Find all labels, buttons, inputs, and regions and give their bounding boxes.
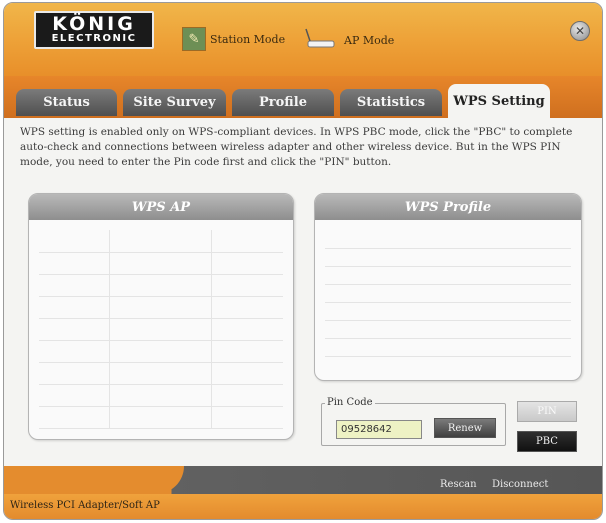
tab-site-survey[interactable]: Site Survey: [123, 89, 226, 116]
rescan-link[interactable]: Rescan: [440, 479, 477, 490]
header: KÖNIG ELECTRONIC ✎ Station Mode AP Mode …: [4, 3, 602, 76]
wps-profile-title: WPS Profile: [315, 194, 581, 220]
pin-code-label: Pin Code: [325, 397, 375, 408]
tab-wps-setting[interactable]: WPS Setting: [448, 84, 550, 118]
wps-ap-panel: WPS AP: [28, 193, 294, 440]
tab-status[interactable]: Status: [16, 89, 117, 116]
wps-description: WPS setting is enabled only on WPS-compl…: [20, 126, 573, 168]
tab-bar: Status Site Survey Profile Statistics WP…: [4, 76, 602, 118]
app-window: KÖNIG ELECTRONIC ✎ Station Mode AP Mode …: [3, 2, 603, 520]
tab-profile[interactable]: Profile: [232, 89, 334, 116]
logo-brand: KÖNIG: [52, 13, 136, 35]
ap-mode-button[interactable]: AP Mode: [302, 27, 394, 53]
renew-button[interactable]: Renew: [434, 418, 496, 438]
pin-code-field[interactable]: 09528642: [336, 420, 422, 439]
tab-statistics[interactable]: Statistics: [340, 89, 442, 116]
wps-ap-title: WPS AP: [29, 194, 293, 220]
station-mode-label: Station Mode: [210, 32, 286, 46]
pin-button[interactable]: PIN: [517, 401, 577, 422]
close-icon[interactable]: ✕: [570, 21, 590, 41]
logo-sub: ELECTRONIC: [51, 33, 137, 44]
ap-mode-label: AP Mode: [344, 33, 395, 47]
pbc-button[interactable]: PBC: [517, 431, 577, 452]
wps-profile-panel: WPS Profile: [314, 193, 582, 381]
konig-logo: KÖNIG ELECTRONIC: [34, 11, 154, 49]
station-mode-button[interactable]: ✎ Station Mode: [182, 27, 285, 51]
wps-profile-list[interactable]: [325, 230, 571, 370]
wps-ap-list[interactable]: [39, 230, 283, 429]
status-text: Wireless PCI Adapter/Soft AP: [10, 500, 160, 511]
ap-mode-icon: [305, 28, 335, 48]
station-mode-icon: ✎: [182, 27, 206, 51]
disconnect-link[interactable]: Disconnect: [492, 479, 548, 490]
